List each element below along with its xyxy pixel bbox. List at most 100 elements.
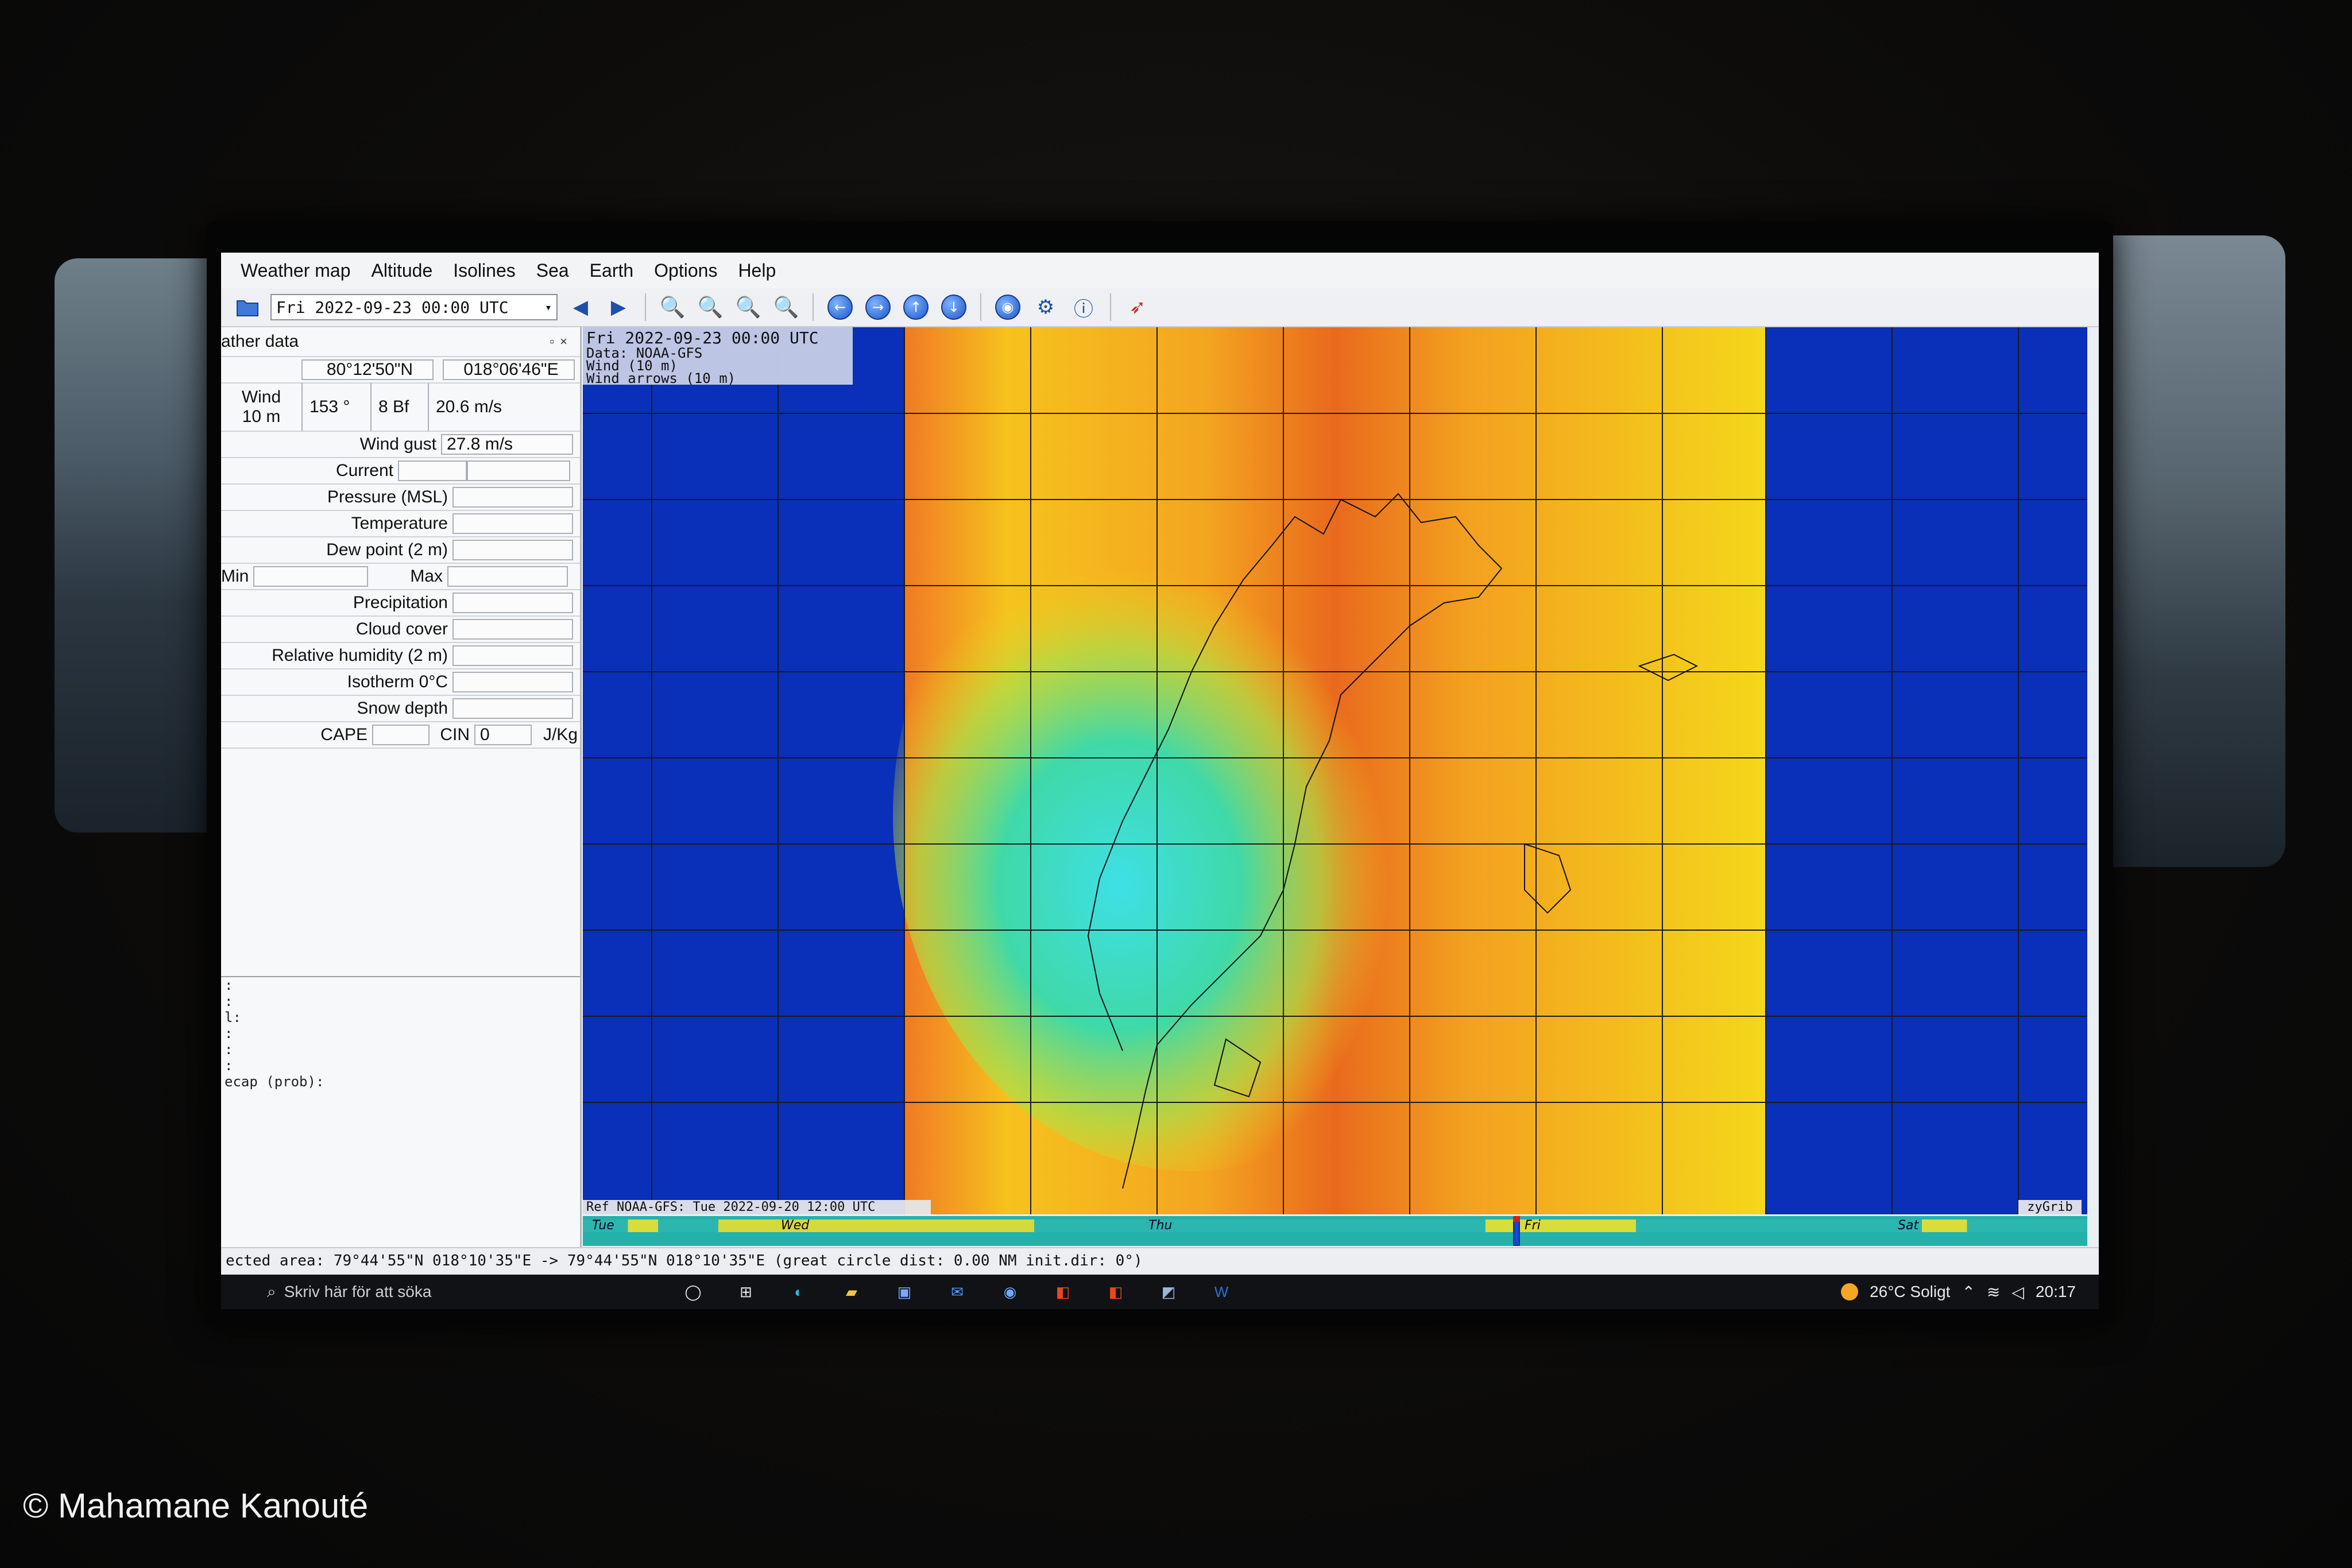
pan-up-icon[interactable]: ↑ xyxy=(901,292,931,322)
wind-beaufort: 8 Bf xyxy=(370,383,428,431)
toolbar-separator xyxy=(1110,293,1111,321)
photo-credit: © Mahamane Kanouté xyxy=(23,1486,369,1525)
globe-icon[interactable]: ◉ xyxy=(993,292,1023,322)
widgets-icon[interactable]: ⊞ xyxy=(733,1280,759,1303)
rocket-icon[interactable]: ➶ xyxy=(1123,292,1152,322)
float-icon[interactable]: ▫ xyxy=(550,334,560,349)
pan-down-icon[interactable]: ↓ xyxy=(939,292,969,322)
weather-status[interactable]: 26°C Soligt xyxy=(1870,1283,1950,1301)
timeline-day-tue: Tue xyxy=(592,1218,614,1233)
weather-data-panel: ather data ▫× 80°12'50"N 018°06'46"E Win… xyxy=(221,327,582,1257)
previous-step-icon[interactable]: ◀ xyxy=(566,292,595,322)
toolbar-separator xyxy=(813,293,814,321)
pressure-value xyxy=(452,487,573,508)
map-legend: Fri 2022-09-23 00:00 UTC Data: NOAA-GFS … xyxy=(583,327,853,385)
network-icon[interactable]: ≋ xyxy=(1987,1283,2000,1302)
menu-altitude[interactable]: Altitude xyxy=(363,260,441,281)
dewpoint-label: Dew point (2 m) xyxy=(326,540,448,559)
timeline-day-wed: Wed xyxy=(781,1218,810,1233)
right-window-view xyxy=(2113,235,2285,867)
legend-arrows: Wind arrows (10 m) xyxy=(586,370,736,386)
current-value-2 xyxy=(467,460,570,481)
humidity-row: Relative humidity (2 m) xyxy=(221,643,580,669)
menu-weather-map[interactable]: Weather map xyxy=(233,260,359,281)
menu-options[interactable]: Options xyxy=(646,260,725,281)
pan-right-icon[interactable]: → xyxy=(863,292,893,322)
log-line: : xyxy=(225,1058,233,1074)
settings-icon[interactable]: ⚙ xyxy=(1031,292,1061,322)
timeline-cursor-marker xyxy=(1513,1216,1520,1222)
edge-icon[interactable]: ◐ xyxy=(786,1280,811,1303)
status-bar: ected area: 79°44'55"N 018°10'35"E -> 79… xyxy=(221,1247,2099,1273)
wind-label: Wind 10 m xyxy=(241,388,281,426)
log-line: l: xyxy=(225,1009,241,1025)
store-icon[interactable]: ▣ xyxy=(892,1280,917,1303)
reference-run: Ref NOAA-GFS: Tue 2022-09-20 12:00 UTC xyxy=(583,1200,931,1214)
screen: Weather map Altitude Isolines Sea Earth … xyxy=(221,253,2099,1309)
menu-isolines[interactable]: Isolines xyxy=(445,260,524,281)
timeline-day-sat: Sat xyxy=(1898,1218,1919,1233)
toolbar: Fri 2022-09-23 00:00 UTC ▾ ◀ ▶ 🔍 🔍 🔍 🔍 ←… xyxy=(221,288,2099,327)
timeline-day-fri: Fri xyxy=(1525,1218,1541,1233)
cloud-cover-row: Cloud cover xyxy=(221,617,580,643)
app-brand: zyGrib xyxy=(2018,1200,2082,1214)
calm-zone xyxy=(893,459,1490,1171)
cape-unit: J/Kg xyxy=(543,725,578,744)
menu-sea[interactable]: Sea xyxy=(528,260,577,281)
taskbar-search[interactable]: ⌕ Skriv här för att söka xyxy=(221,1275,657,1309)
zoom-fit-icon[interactable]: 🔍 xyxy=(771,292,801,322)
cape-label: CAPE xyxy=(320,725,368,744)
next-step-icon[interactable]: ▶ xyxy=(604,292,633,322)
word-icon[interactable]: W xyxy=(1209,1280,1234,1303)
timeline-slider[interactable]: Tue Wed Thu Fri Sat xyxy=(583,1216,2087,1246)
cloud-cover-label: Cloud cover xyxy=(355,620,448,638)
zoom-out-icon[interactable]: 🔍 xyxy=(695,292,725,322)
search-icon: ⌕ xyxy=(267,1282,276,1300)
menu-earth[interactable]: Earth xyxy=(582,260,641,281)
log-line: ecap (prob): xyxy=(225,1074,324,1090)
menu-help[interactable]: Help xyxy=(730,260,784,281)
weather-map[interactable]: Fri 2022-09-23 00:00 UTC Data: NOAA-GFS … xyxy=(583,327,2087,1214)
zoom-area-icon[interactable]: 🔍 xyxy=(733,292,763,322)
timeline-day-thu: Thu xyxy=(1148,1218,1173,1233)
panel-title: ather data xyxy=(221,332,299,351)
log-line: : xyxy=(225,1042,233,1058)
log-line: : xyxy=(225,977,233,993)
mail-icon[interactable]: ✉ xyxy=(945,1280,970,1303)
cape-cin-row: CAPE CIN 0 J/Kg xyxy=(221,722,580,749)
folder-icon[interactable]: ▰ xyxy=(839,1280,864,1303)
date-select-value: Fri 2022-09-23 00:00 UTC xyxy=(276,297,509,317)
date-select[interactable]: Fri 2022-09-23 00:00 UTC ▾ xyxy=(270,294,558,320)
zoom-in-icon[interactable]: 🔍 xyxy=(657,292,687,322)
open-file-icon[interactable] xyxy=(233,292,262,322)
task-view-icon[interactable]: ◯ xyxy=(680,1280,706,1303)
clock[interactable]: 20:17 xyxy=(2036,1283,2076,1301)
close-icon[interactable]: × xyxy=(560,334,573,349)
min-value xyxy=(253,566,368,587)
info-icon[interactable]: ⓘ xyxy=(1069,292,1098,322)
left-window-view xyxy=(55,258,215,833)
system-tray: 26°C Soligt ⌃ ≋ ◁ 20:17 xyxy=(1841,1283,2099,1302)
wind-gust-row: Wind gust 27.8 m/s xyxy=(221,432,580,458)
app-icon[interactable]: ◉ xyxy=(997,1280,1023,1303)
tray-chevron-icon[interactable]: ⌃ xyxy=(1962,1283,1975,1302)
current-label: Current xyxy=(335,461,393,480)
precipitation-label: Precipitation xyxy=(353,593,448,612)
office-icon-2[interactable]: ◧ xyxy=(1103,1280,1128,1303)
toolbar-separator xyxy=(980,293,981,321)
cape-value xyxy=(372,725,430,745)
taskbar-search-text: Skriv här för att söka xyxy=(284,1283,432,1300)
zygrib-icon[interactable]: ◩ xyxy=(1156,1280,1181,1303)
log-line: : xyxy=(225,1025,233,1042)
cin-value: 0 xyxy=(474,725,532,745)
snow-depth-label: Snow depth xyxy=(357,699,448,718)
wind-speed: 20.6 m/s xyxy=(428,383,566,431)
longitude-value: 018°06'46"E xyxy=(443,359,575,380)
volume-icon[interactable]: ◁ xyxy=(2011,1283,2024,1302)
menu-bar: Weather map Altitude Isolines Sea Earth … xyxy=(221,253,2099,288)
selected-area-status: ected area: 79°44'55"N 018°10'35"E -> 79… xyxy=(226,1252,1143,1269)
pan-left-icon[interactable]: ← xyxy=(825,292,855,322)
humidity-label: Relative humidity (2 m) xyxy=(272,646,448,665)
dewpoint-value xyxy=(452,540,573,560)
office-icon[interactable]: ◧ xyxy=(1050,1280,1076,1303)
